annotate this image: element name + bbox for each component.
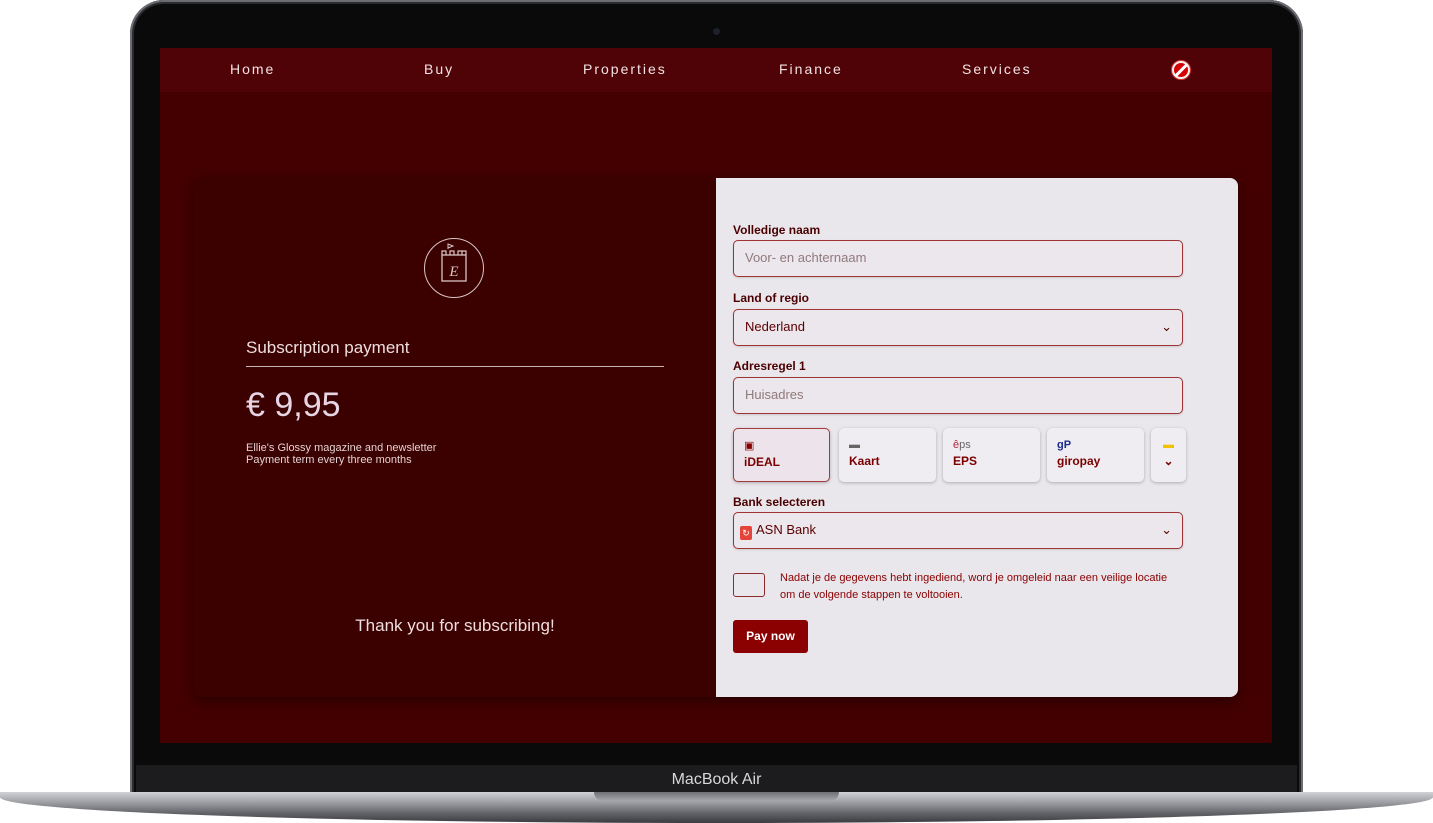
subscription-title: Subscription payment bbox=[246, 338, 410, 357]
ideal-icon: ▣ bbox=[744, 440, 755, 452]
svg-text:E: E bbox=[448, 264, 458, 280]
more-methods-icon: ▬ bbox=[1163, 439, 1174, 451]
desc-line-2: Payment term every three months bbox=[246, 454, 412, 466]
top-nav: Home Buy Properties Finance Services bbox=[160, 48, 1272, 92]
desc-line-1: Ellie's Glossy magazine and newsletter bbox=[246, 442, 437, 454]
payment-form: Volledige naam Voor- en achternaam Land … bbox=[716, 178, 1238, 697]
name-input[interactable]: Voor- en achternaam bbox=[733, 240, 1183, 277]
redirect-icon bbox=[733, 573, 765, 597]
nav-buy[interactable]: Buy bbox=[424, 61, 454, 77]
method-label: iDEAL bbox=[744, 455, 780, 469]
country-select[interactable]: Nederland ⌄ bbox=[733, 309, 1183, 346]
bank-select[interactable]: ↻ ASN Bank ⌄ bbox=[733, 512, 1183, 549]
method-label: EPS bbox=[953, 454, 978, 468]
laptop-notch bbox=[594, 792, 839, 801]
divider bbox=[246, 366, 664, 367]
bank-value: ASN Bank bbox=[756, 522, 816, 537]
giropay-icon: gP bbox=[1057, 439, 1072, 451]
address-input[interactable]: Huisadres bbox=[733, 377, 1183, 414]
bank-label: Bank selecteren bbox=[733, 495, 826, 509]
card-icon: ▬ bbox=[849, 439, 860, 451]
thanks-message: Thank you for subscribing! bbox=[355, 616, 555, 635]
camera bbox=[713, 28, 720, 35]
castle-logo: E bbox=[424, 238, 484, 298]
subscription-description: Ellie's Glossy magazine and newsletter P… bbox=[246, 442, 436, 466]
name-label: Volledige naam bbox=[733, 223, 821, 237]
chevron-down-icon: ⌄ bbox=[1163, 454, 1174, 468]
country-value: Nederland bbox=[745, 319, 805, 334]
nav-finance[interactable]: Finance bbox=[779, 61, 843, 77]
pay-now-button[interactable]: Pay now bbox=[733, 620, 808, 653]
nav-properties[interactable]: Properties bbox=[583, 61, 667, 77]
nav-services[interactable]: Services bbox=[962, 61, 1032, 77]
redirect-info: Nadat je de gegevens hebt ingediend, wor… bbox=[780, 572, 1168, 601]
more-methods-button[interactable]: ▬ ⌄ bbox=[1151, 428, 1186, 482]
chevron-down-icon: ⌄ bbox=[1161, 319, 1172, 334]
summary-panel: E Subscription payment € 9,95 Ellie's Gl… bbox=[194, 178, 716, 697]
price: € 9,95 bbox=[246, 386, 341, 424]
checkout-card: E Subscription payment € 9,95 Ellie's Gl… bbox=[194, 178, 1238, 697]
asn-bank-icon: ↻ bbox=[740, 526, 752, 540]
method-label: giropay bbox=[1057, 454, 1101, 468]
chevron-down-icon: ⌄ bbox=[1161, 522, 1172, 537]
method-eps[interactable]: êps EPS bbox=[943, 428, 1040, 482]
method-label: Kaart bbox=[849, 454, 880, 468]
screen: Home Buy Properties Finance Services E S… bbox=[160, 48, 1272, 743]
eps-icon: êps bbox=[953, 439, 971, 451]
country-label: Land of regio bbox=[733, 291, 809, 305]
address-label: Adresregel 1 bbox=[733, 359, 806, 373]
device-label: MacBook Air bbox=[136, 765, 1297, 795]
method-kaart[interactable]: ▬ Kaart bbox=[839, 428, 936, 482]
nav-home[interactable]: Home bbox=[230, 61, 275, 77]
method-ideal[interactable]: ▣ iDEAL bbox=[733, 428, 830, 482]
method-giropay[interactable]: gP giropay bbox=[1047, 428, 1144, 482]
block-icon[interactable] bbox=[1171, 60, 1191, 80]
